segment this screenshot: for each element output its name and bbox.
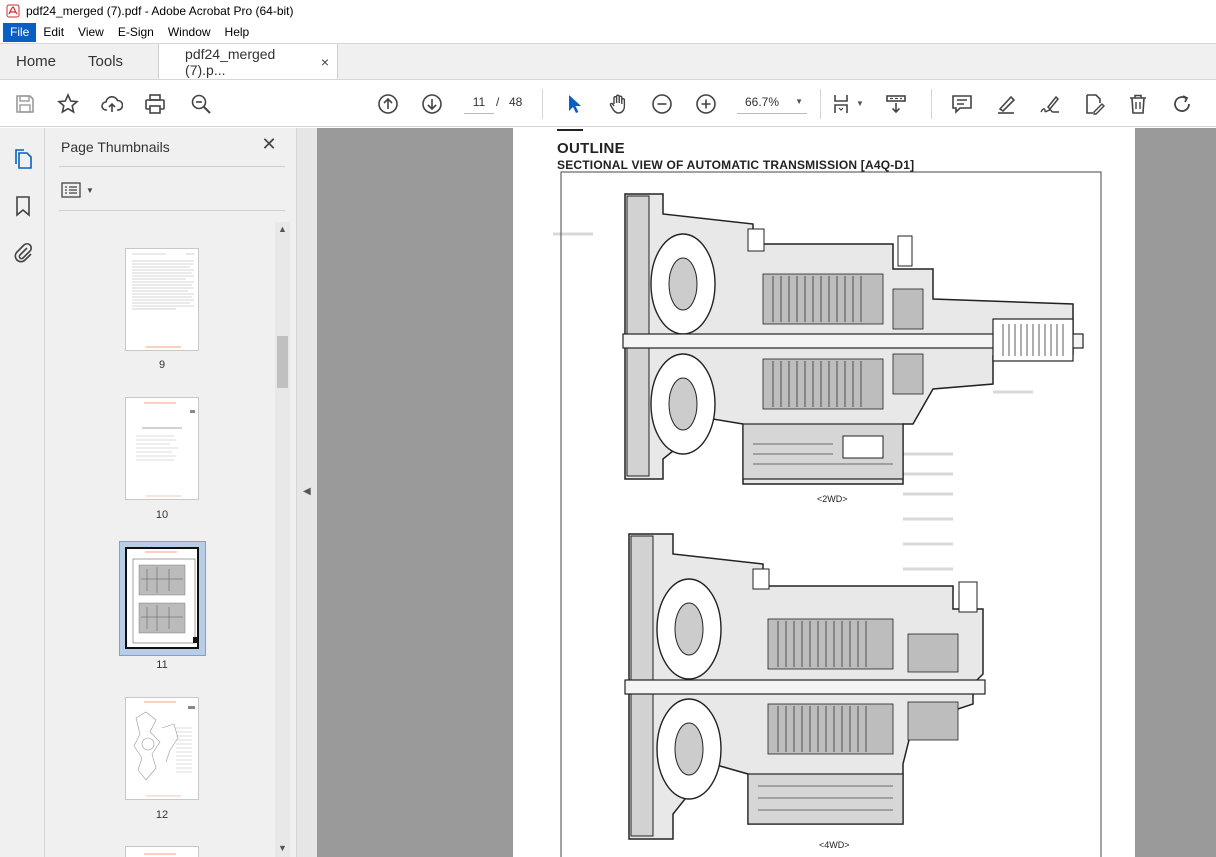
menu-esign[interactable]: E-Sign (111, 23, 161, 42)
thumbnail-page-12[interactable] (125, 697, 199, 800)
menu-edit[interactable]: Edit (36, 23, 71, 42)
page-total: 48 (509, 95, 523, 109)
thumbnail-page-10[interactable] (125, 397, 199, 500)
thumbnail-label: 10 (155, 509, 169, 521)
thumbnail-page-11[interactable] (125, 547, 199, 649)
print-icon[interactable] (142, 91, 168, 117)
zoom-select[interactable]: 66.7% ▼ (737, 90, 807, 114)
chevron-down-icon: ▼ (795, 97, 803, 106)
drawing-2wd (622, 193, 1084, 485)
page-up-icon[interactable] (375, 91, 401, 117)
thumbnail-scrollbar[interactable]: ▲ ▼ (275, 222, 290, 857)
toolbar-separator (820, 89, 821, 119)
rotate-icon[interactable] (1169, 91, 1195, 117)
thumbnail-page-13[interactable] (125, 846, 199, 857)
delete-icon[interactable] (1125, 91, 1151, 117)
scroll-down-icon[interactable]: ▼ (277, 843, 288, 855)
save-icon[interactable] (12, 91, 38, 117)
document-page: OUTLINE SECTIONAL VIEW OF AUTOMATIC TRAN… (513, 128, 1135, 857)
page-preview (132, 253, 194, 348)
thumbnails-panel: Page Thumbnails ✕ ▼ 9 10 11 12 ▲ ▼ (45, 128, 297, 857)
document-viewer[interactable]: OUTLINE SECTIONAL VIEW OF AUTOMATIC TRAN… (317, 128, 1216, 857)
drawing-4wd (624, 533, 986, 840)
panel-collapse-strip[interactable]: ◀ (297, 128, 317, 857)
divider (59, 210, 285, 211)
document-tab-label: pdf24_merged (7).p... (185, 45, 276, 78)
page-preview (132, 551, 197, 644)
star-icon[interactable] (55, 91, 81, 117)
bookmark-icon[interactable] (10, 193, 36, 219)
tab-document[interactable]: pdf24_merged (7).p... × (158, 44, 339, 79)
collapse-arrow-icon[interactable]: ◀ (303, 486, 311, 497)
tab-bar: Home Tools pdf24_merged (7).p... × (0, 43, 1216, 80)
thumbnail-options-button[interactable]: ▼ (61, 180, 97, 200)
tab-tools[interactable]: Tools (72, 44, 139, 79)
page-preview (136, 402, 195, 497)
menu-window[interactable]: Window (161, 23, 218, 42)
comment-icon[interactable] (949, 91, 975, 117)
title-bar: pdf24_merged (7).pdf - Adobe Acrobat Pro… (0, 0, 1216, 22)
main-toolbar: ▼ (0, 80, 1216, 127)
page-display-icon[interactable] (830, 91, 856, 117)
left-rail (0, 128, 45, 857)
scroll-mode-icon[interactable] (883, 91, 909, 117)
page-separator: / (496, 95, 500, 109)
zoom-out-icon[interactable] (649, 91, 675, 117)
thumbnail-label: 11 (156, 659, 168, 671)
caption-2wd: <2WD> (817, 494, 848, 504)
list-options-icon (61, 182, 81, 198)
panel-title: Page Thumbnails (61, 139, 170, 155)
toolbar-separator (542, 89, 543, 119)
close-tab-icon[interactable]: × (321, 54, 329, 70)
thumbnail-page-9[interactable] (125, 248, 199, 351)
zoom-value: 66.7% (745, 94, 780, 109)
tab-home[interactable]: Home (0, 44, 72, 79)
transmission-drawing (553, 129, 1102, 857)
menu-help[interactable]: Help (218, 23, 257, 42)
chevron-down-icon: ▼ (86, 185, 94, 195)
edit-pdf-icon[interactable] (1081, 91, 1107, 117)
zoom-in-icon[interactable] (693, 91, 719, 117)
page-heading: OUTLINE (557, 140, 625, 157)
menu-view[interactable]: View (71, 23, 111, 42)
highlight-pen-icon[interactable] (993, 91, 1019, 117)
page-thumbnails-icon[interactable] (10, 146, 36, 172)
scroll-thumb[interactable] (277, 336, 288, 388)
toolbar-separator (931, 89, 932, 119)
upload-cloud-icon[interactable] (99, 91, 125, 117)
page-preview (144, 853, 176, 855)
scroll-up-icon[interactable]: ▲ (277, 224, 288, 236)
caption-4wd: <4WD> (819, 840, 850, 850)
thumbnail-label: 9 (158, 359, 166, 371)
thumbnail-label: 12 (155, 809, 169, 821)
attachment-icon[interactable] (10, 239, 36, 265)
hand-icon[interactable] (605, 91, 631, 117)
page-subheading: SECTIONAL VIEW OF AUTOMATIC TRANSMISSION… (557, 158, 915, 172)
sign-icon[interactable] (1037, 91, 1063, 117)
page-number-input[interactable] (464, 90, 494, 114)
acrobat-logo-icon (6, 4, 20, 18)
page-down-icon[interactable] (419, 91, 445, 117)
window-title: pdf24_merged (7).pdf - Adobe Acrobat Pro… (26, 4, 294, 18)
select-cursor-icon[interactable] (561, 91, 587, 117)
close-panel-icon[interactable]: ✕ (259, 134, 279, 156)
menu-bar: File Edit View E-Sign Window Help (0, 22, 1216, 43)
page-preview (133, 701, 195, 797)
zoom-search-icon[interactable] (188, 91, 214, 117)
divider (59, 166, 285, 167)
menu-file[interactable]: File (3, 23, 37, 42)
chevron-down-icon[interactable]: ▼ (856, 99, 864, 108)
